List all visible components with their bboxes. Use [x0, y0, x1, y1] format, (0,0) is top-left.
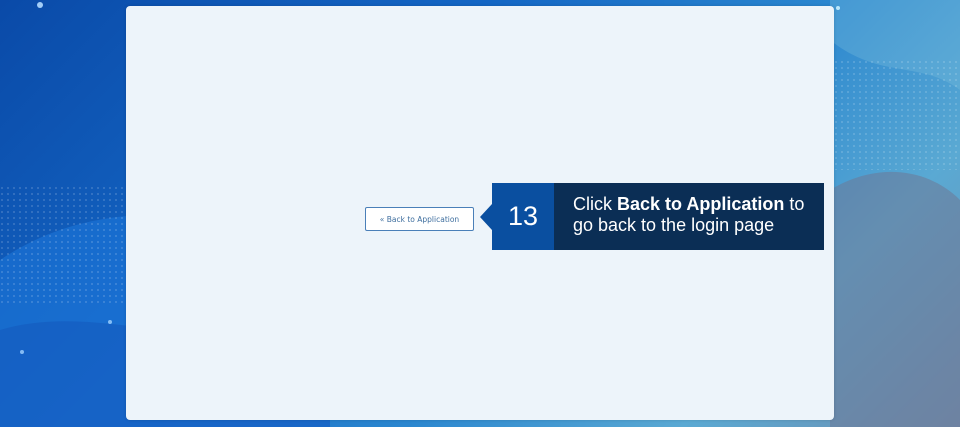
- step-badge: 13: [480, 183, 554, 250]
- instruction-text: Click Back to Application to go back to …: [554, 183, 824, 250]
- instruction-text-bold: Back to Application: [617, 194, 785, 214]
- back-to-application-button[interactable]: « Back to Application: [365, 207, 474, 231]
- callout-pointer-arrow: [480, 204, 492, 230]
- step-number: 13: [507, 201, 539, 231]
- instruction-text-start: Click: [573, 194, 617, 214]
- tutorial-callout: 13 Click Back to Application to go back …: [480, 183, 824, 250]
